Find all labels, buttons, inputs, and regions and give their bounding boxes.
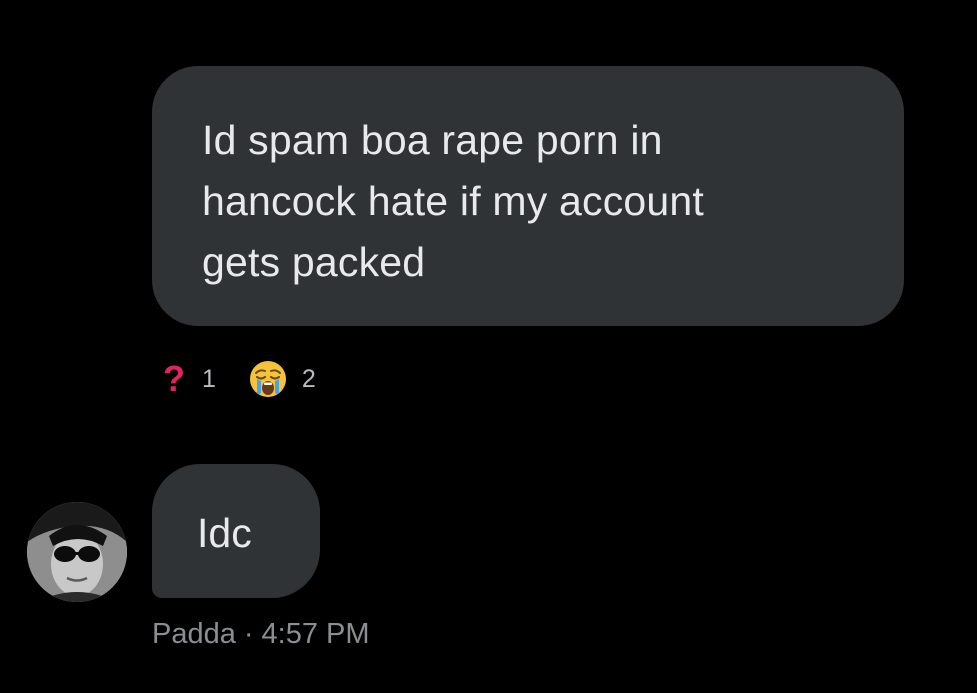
avatar[interactable] [27,502,127,602]
reaction-count: 1 [202,364,216,393]
message-bubble-incoming[interactable]: Id spam boa rape porn in hancock hate if… [152,66,904,326]
question-mark-icon: ? [163,358,185,399]
sender-name[interactable]: Padda [152,618,236,650]
crying-face-emoji [248,359,288,399]
message-line: gets packed [202,239,426,285]
message-timestamp: 4:57 PM [261,618,370,650]
message-reactions: ? 1 2 [160,356,330,402]
reaction-count: 2 [301,364,316,393]
message-bubble-reply[interactable]: Idc [152,464,320,598]
message-line: hancock hate if my account [202,178,705,224]
reaction-question[interactable]: ? 1 [160,361,216,397]
dm-conversation: Id spam boa rape porn in hancock hate if… [0,0,977,693]
meta-separator: · [243,618,254,650]
message-line: Id spam boa rape porn in [202,117,663,163]
reaction-crying[interactable]: 2 [230,359,316,399]
message-text: Idc [197,510,252,556]
message-meta: Padda · 4:57 PM [152,614,370,654]
